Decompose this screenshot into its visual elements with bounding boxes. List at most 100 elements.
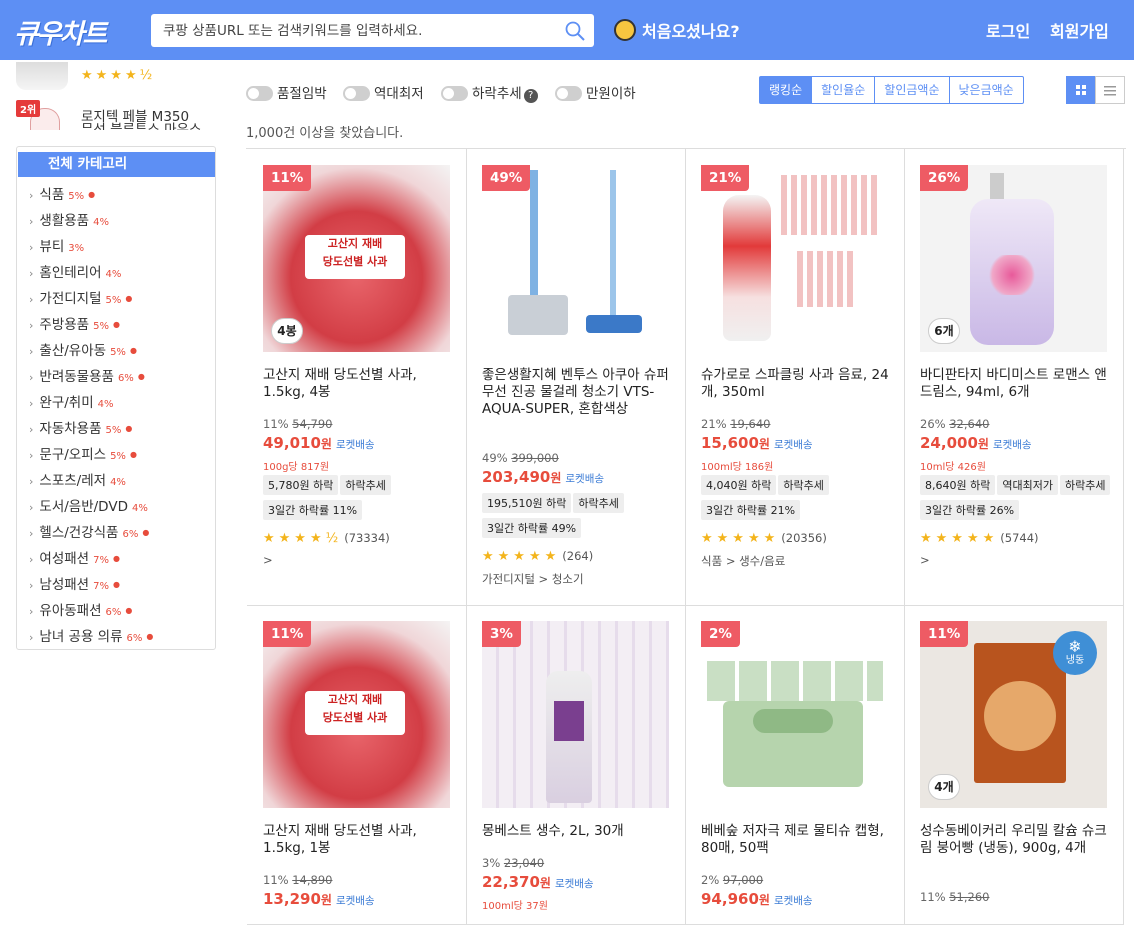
product-image[interactable]: 2% [701,621,888,808]
category-path[interactable]: > [263,553,273,567]
product-bottle-shape [723,195,771,341]
category-path[interactable]: 식품 > 생수/음료 [701,553,785,569]
product-image[interactable]: 49% [482,165,669,352]
category-item[interactable]: › 남성패션 7% ● [29,573,120,593]
category-discount: 5% [110,347,126,358]
category-item[interactable]: › 반려동물용품 6% ● [29,365,145,385]
toggle-label: 하락추세 [472,86,522,102]
quantity-badge: 6개 [928,318,960,344]
toggle-switch[interactable] [555,86,582,101]
new-dot-icon: ● [129,450,137,459]
category-item[interactable]: › 생활용품 4% [29,209,109,229]
price-tag: 3일간 하락률 21% [701,500,801,520]
price-tag: 5,780원 하락 [263,475,339,495]
search-icon[interactable] [564,20,586,42]
toggle-switch[interactable] [343,86,370,101]
tag-list: 4,040원 하락 하락추세 3일간 하락률 21% [701,474,896,524]
category-item[interactable]: › 헬스/건강식품 6% ● [29,521,149,541]
search-input[interactable] [163,14,553,47]
rank2-product-sub[interactable]: 무선 블루투스 마우스 [81,122,201,130]
category-label: 도서/음반/DVD [39,499,128,515]
product-name[interactable]: 베베숲 저자극 제로 물티슈 캡형, 80매, 50팩 [701,823,893,857]
new-dot-icon: ● [112,554,120,563]
product-name[interactable]: 좋은생활지혜 벤투스 아쿠아 슈퍼 무선 진공 물걸레 청소기 VTS-AQUA… [482,367,674,418]
product-name[interactable]: 고산지 재배 당도선별 사과, 1.5kg, 4봉 [263,367,455,401]
currency: 원 [977,437,989,451]
top-bar: 큐우차트 처음오셨나요? 로그인 회원가입 [0,0,1134,60]
toggle-under-10000[interactable]: 만원이하 [555,82,636,102]
toggle-soldout-soon[interactable]: 품절임박 [246,82,327,102]
product-card[interactable]: 2% 베베숲 저자극 제로 물티슈 캡형, 80매, 50팩 2% 97,000… [685,605,905,925]
product-name[interactable]: 성수동베이커리 우리밀 칼슘 슈크림 붕어빵 (냉동), 900g, 4개 [920,823,1112,857]
category-item[interactable]: › 남녀 공용 의류 6% ● [29,625,153,645]
category-path[interactable]: > [920,553,930,567]
sale-price-line: 203,490원 로켓배송 [482,468,604,486]
category-item[interactable]: › 여성패션 7% ● [29,547,120,567]
product-image[interactable]: 3% [482,621,669,808]
grid-view-button[interactable] [1066,76,1096,104]
tag-list: 5,780원 하락 하락추세 3일간 하락률 11% [263,474,458,524]
product-name[interactable]: 몽베스트 생수, 2L, 30개 [482,823,674,840]
sort-lowest-price[interactable]: 낮은금액순 [948,77,1023,103]
sort-ranking[interactable]: 랭킹순 [760,77,812,103]
product-card[interactable]: 11% ❄ 냉동 4개 성수동베이커리 우리밀 칼슘 슈크림 붕어빵 (냉동),… [904,605,1124,925]
category-label: 식품 [39,187,65,203]
sort-discount-rate[interactable]: 할인율순 [811,77,874,103]
signup-link[interactable]: 회원가입 [1050,18,1109,42]
category-path[interactable]: 가전디지털 > 청소기 [482,571,584,587]
logo[interactable]: 큐우차트 [14,12,107,51]
product-card[interactable]: 49% 좋은생활지혜 벤투스 아쿠아 슈퍼 무선 진공 물걸레 청소기 VTS-… [466,149,686,606]
product-image[interactable]: 고산지 재배 당도선별 사과 11% 4봉 [263,165,450,352]
category-item[interactable]: › 스포츠/레저 4% [29,469,126,489]
category-item[interactable]: › 주방용품 5% ● [29,313,120,333]
category-label: 문구/오피스 [39,447,107,463]
category-item[interactable]: › 출산/유아동 5% ● [29,339,137,359]
product-card[interactable]: 26% 6개 바디판타지 바디미스트 로맨스 앤 드림스, 94ml, 6개 2… [904,149,1124,606]
category-item[interactable]: › 유아동패션 6% ● [29,599,132,619]
product-name[interactable]: 고산지 재배 당도선별 사과, 1.5kg, 1봉 [263,823,455,857]
chevron-right-icon: › [29,319,34,332]
category-all[interactable]: 전체 카테고리 [18,152,215,177]
toggle-lowest-ever[interactable]: 역대최저 [343,82,424,102]
category-label: 홈인테리어 [39,265,102,281]
category-item[interactable]: › 문구/오피스 5% ● [29,443,137,463]
review-count: (20356) [781,531,827,545]
product-card[interactable]: 3% 몽베스트 생수, 2L, 30개 3% 23,040 22,370원 로켓배… [466,605,686,925]
product-card[interactable]: 고산지 재배 당도선별 사과 11% 4봉 고산지 재배 당도선별 사과, 1.5… [247,149,467,606]
first-visit-link[interactable]: 처음오셨나요? [614,18,740,42]
category-item[interactable]: › 식품 5% ● [29,183,95,203]
toggle-switch[interactable] [246,86,273,101]
rocket-delivery-badge: 로켓배송 [773,895,813,907]
discount-rate: 3% [482,856,501,870]
product-image[interactable]: 고산지 재배 당도선별 사과 11% [263,621,450,808]
rating: ★★★★½ (73334) [263,527,390,546]
product-pack-shape [707,661,883,701]
product-card[interactable]: 21% 슈가로로 스파클링 사과 음료, 24개, 350ml 21% 19,6… [685,149,905,606]
product-image[interactable]: 21% [701,165,888,352]
category-discount: 6% [117,373,134,384]
category-item[interactable]: › 도서/음반/DVD 4% [29,495,148,515]
toggle-switch[interactable] [441,86,468,101]
category-discount: 5% [110,451,126,462]
category-item[interactable]: › 뷰티 3% [29,235,84,255]
toggle-falling-trend[interactable]: 하락추세? [441,82,538,103]
category-item[interactable]: › 가전디지털 5% ● [29,287,132,307]
category-label: 가전디지털 [39,291,102,307]
login-link[interactable]: 로그인 [986,18,1030,42]
rank1-product-image[interactable] [16,62,68,90]
sort-discount-amount[interactable]: 할인금액순 [874,77,948,103]
category-label: 남성패션 [39,577,90,593]
product-image[interactable]: 26% 6개 [920,165,1107,352]
product-name[interactable]: 바디판타지 바디미스트 로맨스 앤 드림스, 94ml, 6개 [920,367,1112,401]
category-item[interactable]: › 홈인테리어 4% [29,261,121,281]
category-item[interactable]: › 자동차용품 5% ● [29,417,132,437]
tag-list: 195,510원 하락 하락추세 3일간 하락률 49% [482,492,677,542]
category-discount: 5% [105,425,122,436]
category-item[interactable]: › 완구/취미 4% [29,391,114,411]
list-view-button[interactable] [1095,76,1125,104]
product-handle-shape [530,170,538,310]
product-card[interactable]: 고산지 재배 당도선별 사과 11% 고산지 재배 당도선별 사과, 1.5kg,… [247,605,467,925]
product-image[interactable]: 11% ❄ 냉동 4개 [920,621,1107,808]
product-name[interactable]: 슈가로로 스파클링 사과 음료, 24개, 350ml [701,367,893,401]
help-icon[interactable]: ? [523,89,538,103]
